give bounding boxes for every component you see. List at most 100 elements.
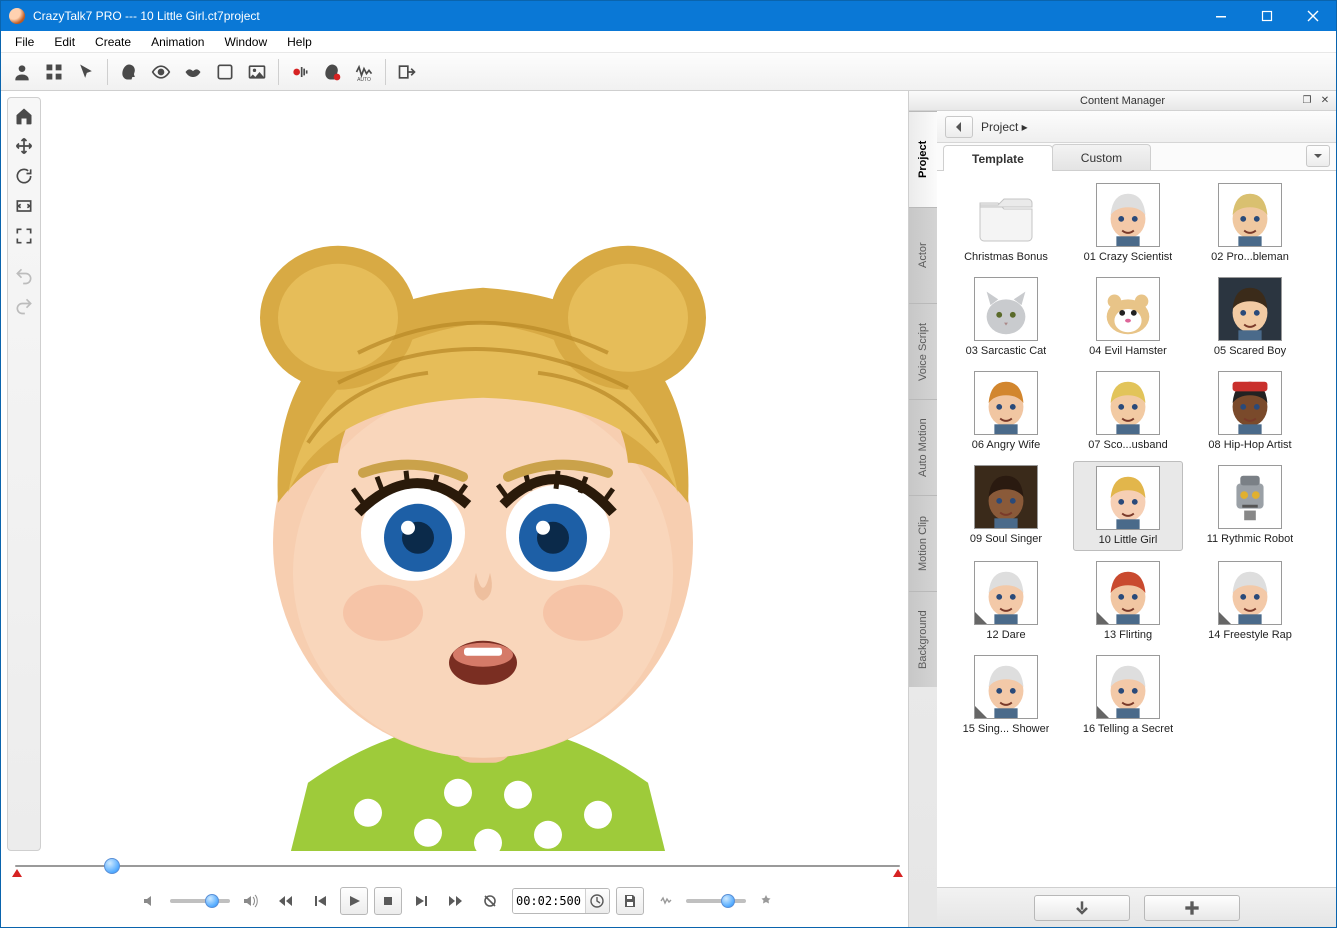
menu-edit[interactable]: Edit (44, 33, 85, 51)
timecode-mode-icon[interactable] (585, 889, 609, 913)
viewport-tools (7, 97, 41, 851)
menu-animation[interactable]: Animation (141, 33, 214, 51)
thumbnail (1096, 371, 1160, 435)
sidetab-background[interactable]: Background (909, 591, 937, 687)
content-item[interactable]: 10 Little Girl (1073, 461, 1183, 551)
back-button[interactable] (945, 116, 973, 138)
menu-create[interactable]: Create (85, 33, 141, 51)
home-icon[interactable] (10, 102, 38, 130)
lipsync-slider[interactable] (686, 899, 746, 903)
folder-icon (974, 183, 1038, 247)
minimize-button[interactable] (1198, 1, 1244, 31)
content-item-label: 11 Rythmic Robot (1207, 533, 1294, 545)
tab-custom[interactable]: Custom (1052, 144, 1151, 170)
thumbnail (1096, 466, 1160, 530)
apply-button[interactable] (1034, 895, 1130, 921)
panel-close-icon[interactable]: ✕ (1318, 93, 1332, 107)
range-start-marker[interactable] (12, 869, 22, 877)
rewind-icon[interactable] (272, 887, 300, 915)
content-item[interactable]: 01 Crazy Scientist (1073, 179, 1183, 267)
fit-icon[interactable] (10, 192, 38, 220)
menu-file[interactable]: File (5, 33, 44, 51)
stop-button[interactable] (374, 887, 402, 915)
mute-icon[interactable] (136, 887, 164, 915)
timeline-track[interactable] (15, 859, 900, 873)
menu-window[interactable]: Window (214, 33, 277, 51)
play-button[interactable] (340, 887, 368, 915)
actor-icon[interactable] (7, 57, 37, 87)
image-icon[interactable] (242, 57, 272, 87)
frame-icon[interactable] (210, 57, 240, 87)
undock-icon[interactable]: ❐ (1300, 93, 1314, 107)
timecode-box: 00:02:500 (512, 888, 610, 914)
content-item-label: Christmas Bonus (964, 251, 1048, 263)
content-item[interactable]: 05 Scared Boy (1195, 273, 1305, 361)
thumbnail (974, 561, 1038, 625)
content-item[interactable]: 13 Flirting (1073, 557, 1183, 645)
panel-title: Content Manager ❐ ✕ (909, 91, 1336, 111)
content-item-label: 05 Scared Boy (1214, 345, 1286, 357)
eye-icon[interactable] (146, 57, 176, 87)
content-item[interactable]: 16 Telling a Secret (1073, 651, 1183, 739)
content-item-label: 15 Sing... Shower (963, 723, 1050, 735)
record-audio-icon[interactable] (285, 57, 315, 87)
svg-text:AUTO: AUTO (357, 77, 371, 82)
fast-forward-icon[interactable] (442, 887, 470, 915)
sidetab-voice-script[interactable]: Voice Script (909, 303, 937, 399)
playhead[interactable] (104, 858, 120, 874)
content-item[interactable]: 07 Sco...usband (1073, 367, 1183, 455)
content-item[interactable]: 11 Rythmic Robot (1195, 461, 1305, 551)
content-item[interactable]: 02 Pro...bleman (1195, 179, 1305, 267)
prev-frame-icon[interactable] (306, 887, 334, 915)
tab-template[interactable]: Template (943, 145, 1053, 171)
export-icon[interactable] (392, 57, 422, 87)
content-item[interactable]: Christmas Bonus (951, 179, 1061, 267)
rotate-icon[interactable] (10, 162, 38, 190)
add-button[interactable] (1144, 895, 1240, 921)
content-item[interactable]: 12 Dare (951, 557, 1061, 645)
sidetab-project[interactable]: Project (909, 111, 937, 207)
range-end-marker[interactable] (893, 869, 903, 877)
pan-icon[interactable] (10, 132, 38, 160)
content-grid-icon[interactable] (39, 57, 69, 87)
record-voice-icon[interactable] (317, 57, 347, 87)
content-item[interactable]: 15 Sing... Shower (951, 651, 1061, 739)
loop-off-icon[interactable] (476, 887, 504, 915)
next-frame-icon[interactable] (408, 887, 436, 915)
content-item[interactable]: 04 Evil Hamster (1073, 273, 1183, 361)
timecode-value[interactable]: 00:02:500 (513, 889, 585, 913)
auto-motion-icon[interactable]: AUTO (349, 57, 379, 87)
fullscreen-icon[interactable] (10, 222, 38, 250)
content-item[interactable]: 14 Freestyle Rap (1195, 557, 1305, 645)
app-icon (9, 8, 25, 24)
content-item[interactable]: 09 Soul Singer (951, 461, 1061, 551)
cursor-icon[interactable] (71, 57, 101, 87)
viewport-canvas[interactable] (47, 97, 908, 851)
head-icon[interactable] (114, 57, 144, 87)
lips-icon[interactable] (178, 57, 208, 87)
save-button[interactable] (616, 887, 644, 915)
thumbnail (974, 371, 1038, 435)
volume-slider[interactable] (170, 899, 230, 903)
maximize-button[interactable] (1244, 1, 1290, 31)
volume-icon[interactable] (236, 887, 264, 915)
thumbnail (1096, 561, 1160, 625)
content-item-label: 04 Evil Hamster (1089, 345, 1167, 357)
toolbar: AUTO (1, 53, 1336, 91)
thumbnail (1218, 371, 1282, 435)
sidetab-auto-motion[interactable]: Auto Motion (909, 399, 937, 495)
content-item[interactable]: 08 Hip-Hop Artist (1195, 367, 1305, 455)
breadcrumb[interactable]: Project ▸ (981, 120, 1028, 134)
menu-help[interactable]: Help (277, 33, 322, 51)
close-button[interactable] (1290, 1, 1336, 31)
sidetab-motion-clip[interactable]: Motion Clip (909, 495, 937, 591)
transport-bar: 00:02:500 (7, 881, 908, 921)
titlebar: CrazyTalk7 PRO --- 10 Little Girl.ct7pro… (1, 1, 1336, 31)
content-item[interactable]: 06 Angry Wife (951, 367, 1061, 455)
sidetab-actor[interactable]: Actor (909, 207, 937, 303)
thumbnail (974, 655, 1038, 719)
content-item[interactable]: 03 Sarcastic Cat (951, 273, 1061, 361)
view-options-icon[interactable] (1306, 145, 1330, 167)
undo-icon (10, 262, 38, 290)
thumbnail (1218, 183, 1282, 247)
